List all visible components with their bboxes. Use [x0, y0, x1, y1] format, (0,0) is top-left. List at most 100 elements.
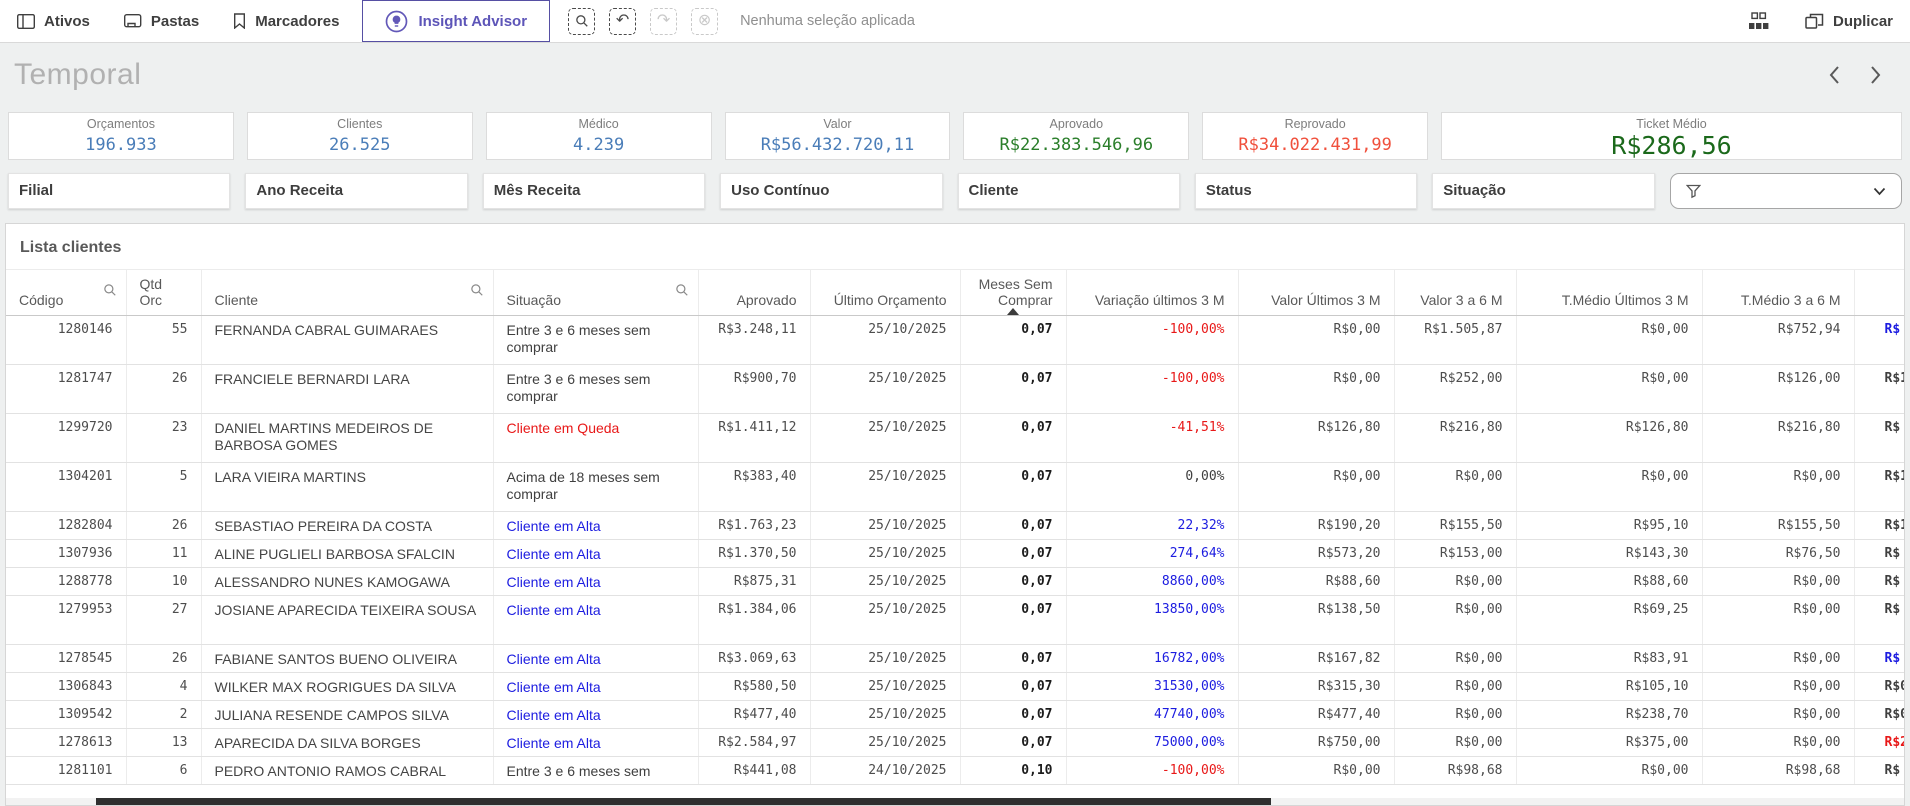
cell-cliente[interactable]: ALESSANDRO NUNES KAMOGAWA — [201, 568, 493, 596]
cell-ultimo[interactable]: 25/10/2025 — [810, 463, 960, 512]
duplicate-button[interactable]: Duplicar — [1788, 13, 1910, 30]
cell-v36[interactable]: R$0,00 — [1394, 568, 1516, 596]
filter-situacao[interactable]: Situação — [1432, 173, 1654, 209]
cell-qtd[interactable]: 6 — [126, 757, 201, 785]
cell-codigo[interactable]: 1278613 — [6, 729, 126, 757]
cell-v3m[interactable]: R$315,30 — [1238, 673, 1394, 701]
col-header-ultimo[interactable]: Último Orçamento — [810, 270, 960, 316]
cell-v3m[interactable]: R$0,00 — [1238, 463, 1394, 512]
cell-aprovado[interactable]: R$383,40 — [698, 463, 810, 512]
cell-variacao[interactable]: 47740,00% — [1066, 701, 1238, 729]
cell-ultimo[interactable]: 25/10/2025 — [810, 596, 960, 645]
cell-v36[interactable]: R$0,00 — [1394, 729, 1516, 757]
cell-extra[interactable]: R$1 — [1854, 365, 1905, 414]
insight-advisor-button[interactable]: Insight Advisor — [362, 0, 550, 42]
cell-ultimo[interactable]: 25/10/2025 — [810, 316, 960, 365]
filter-ano-receita[interactable]: Ano Receita — [245, 173, 467, 209]
cell-tm3m[interactable]: R$0,00 — [1516, 365, 1702, 414]
cell-meses[interactable]: 0,07 — [960, 729, 1066, 757]
col-header-variacao[interactable]: Variação últimos 3 M — [1066, 270, 1238, 316]
cell-meses[interactable]: 0,07 — [960, 568, 1066, 596]
cell-aprovado[interactable]: R$3.069,63 — [698, 645, 810, 673]
cell-qtd[interactable]: 26 — [126, 365, 201, 414]
cell-extra[interactable]: R$2 — [1854, 729, 1905, 757]
cell-codigo[interactable]: 1280146 — [6, 316, 126, 365]
cell-extra[interactable]: R$1 — [1854, 512, 1905, 540]
col-header-v36[interactable]: Valor 3 a 6 M — [1394, 270, 1516, 316]
cell-situacao[interactable]: Entre 3 e 6 meses sem comprar — [493, 365, 698, 414]
cell-tm3m[interactable]: R$143,30 — [1516, 540, 1702, 568]
cell-v36[interactable]: R$0,00 — [1394, 673, 1516, 701]
col-header-meses[interactable]: Meses Sem Comprar — [960, 270, 1066, 316]
cell-situacao[interactable]: Entre 3 e 6 meses sem comprar — [493, 316, 698, 365]
cell-v3m[interactable]: R$88,60 — [1238, 568, 1394, 596]
cell-variacao[interactable]: -100,00% — [1066, 365, 1238, 414]
cell-meses[interactable]: 0,07 — [960, 596, 1066, 645]
cell-situacao[interactable]: Cliente em Alta — [493, 701, 698, 729]
column-search-icon[interactable] — [470, 283, 484, 297]
cell-extra[interactable]: R$ — [1854, 757, 1905, 785]
cell-codigo[interactable]: 1288778 — [6, 568, 126, 596]
cell-qtd[interactable]: 26 — [126, 512, 201, 540]
cell-codigo[interactable]: 1278545 — [6, 645, 126, 673]
cell-cliente[interactable]: SEBASTIAO PEREIRA DA COSTA — [201, 512, 493, 540]
cell-cliente[interactable]: ALINE PUGLIELI BARBOSA SFALCIN — [201, 540, 493, 568]
cell-variacao[interactable]: 22,32% — [1066, 512, 1238, 540]
cell-qtd[interactable]: 23 — [126, 414, 201, 463]
col-header-v3m[interactable]: Valor Últimos 3 M — [1238, 270, 1394, 316]
cell-v3m[interactable]: R$190,20 — [1238, 512, 1394, 540]
cell-tm36[interactable]: R$0,00 — [1702, 568, 1854, 596]
cell-tm36[interactable]: R$155,50 — [1702, 512, 1854, 540]
cell-tm3m[interactable]: R$69,25 — [1516, 596, 1702, 645]
cell-tm3m[interactable]: R$0,00 — [1516, 316, 1702, 365]
filter-uso-continuo[interactable]: Uso Contínuo — [720, 173, 942, 209]
cell-cliente[interactable]: WILKER MAX ROGRIGUES DA SILVA — [201, 673, 493, 701]
cell-v36[interactable]: R$216,80 — [1394, 414, 1516, 463]
cell-cliente[interactable]: APARECIDA DA SILVA BORGES — [201, 729, 493, 757]
cell-cliente[interactable]: JOSIANE APARECIDA TEIXEIRA SOUSA — [201, 596, 493, 645]
cell-meses[interactable]: 0,10 — [960, 757, 1066, 785]
cell-tm36[interactable]: R$76,50 — [1702, 540, 1854, 568]
cell-codigo[interactable]: 1281101 — [6, 757, 126, 785]
cell-cliente[interactable]: JULIANA RESENDE CAMPOS SILVA — [201, 701, 493, 729]
cell-aprovado[interactable]: R$3.248,11 — [698, 316, 810, 365]
cell-qtd[interactable]: 4 — [126, 673, 201, 701]
cell-v36[interactable]: R$1.505,87 — [1394, 316, 1516, 365]
cell-situacao[interactable]: Cliente em Alta — [493, 729, 698, 757]
cell-extra[interactable]: R$0 — [1854, 701, 1905, 729]
cell-codigo[interactable]: 1279953 — [6, 596, 126, 645]
cell-v3m[interactable]: R$477,40 — [1238, 701, 1394, 729]
cell-situacao[interactable]: Cliente em Alta — [493, 596, 698, 645]
cell-tm3m[interactable]: R$238,70 — [1516, 701, 1702, 729]
cell-aprovado[interactable]: R$580,50 — [698, 673, 810, 701]
cell-extra[interactable]: R$ — [1854, 596, 1905, 645]
cell-ultimo[interactable]: 25/10/2025 — [810, 414, 960, 463]
cell-meses[interactable]: 0,07 — [960, 701, 1066, 729]
cell-situacao[interactable]: Acima de 18 meses sem comprar — [493, 463, 698, 512]
cell-variacao[interactable]: -100,00% — [1066, 757, 1238, 785]
clear-selections-button[interactable]: ⊗ — [691, 8, 718, 35]
cell-variacao[interactable]: -100,00% — [1066, 316, 1238, 365]
cell-cliente[interactable]: LARA VIEIRA MARTINS — [201, 463, 493, 512]
cell-tm36[interactable]: R$0,00 — [1702, 729, 1854, 757]
cell-extra[interactable]: R$ — [1854, 540, 1905, 568]
col-header-qtd[interactable]: Qtd Orc — [126, 270, 201, 316]
cell-codigo[interactable]: 1299720 — [6, 414, 126, 463]
cell-aprovado[interactable]: R$900,70 — [698, 365, 810, 414]
cell-meses[interactable]: 0,07 — [960, 673, 1066, 701]
cell-tm36[interactable]: R$98,68 — [1702, 757, 1854, 785]
cell-qtd[interactable]: 55 — [126, 316, 201, 365]
cell-tm3m[interactable]: R$375,00 — [1516, 729, 1702, 757]
filter-cliente[interactable]: Cliente — [958, 173, 1180, 209]
cell-aprovado[interactable]: R$2.584,97 — [698, 729, 810, 757]
cell-tm36[interactable]: R$0,00 — [1702, 596, 1854, 645]
cell-codigo[interactable]: 1304201 — [6, 463, 126, 512]
cell-situacao[interactable]: Cliente em Alta — [493, 512, 698, 540]
cell-variacao[interactable]: 8860,00% — [1066, 568, 1238, 596]
cell-tm36[interactable]: R$0,00 — [1702, 701, 1854, 729]
cell-tm3m[interactable]: R$126,80 — [1516, 414, 1702, 463]
cell-meses[interactable]: 0,07 — [960, 365, 1066, 414]
cell-v3m[interactable]: R$0,00 — [1238, 757, 1394, 785]
cell-meses[interactable]: 0,07 — [960, 512, 1066, 540]
column-search-icon[interactable] — [103, 283, 117, 297]
